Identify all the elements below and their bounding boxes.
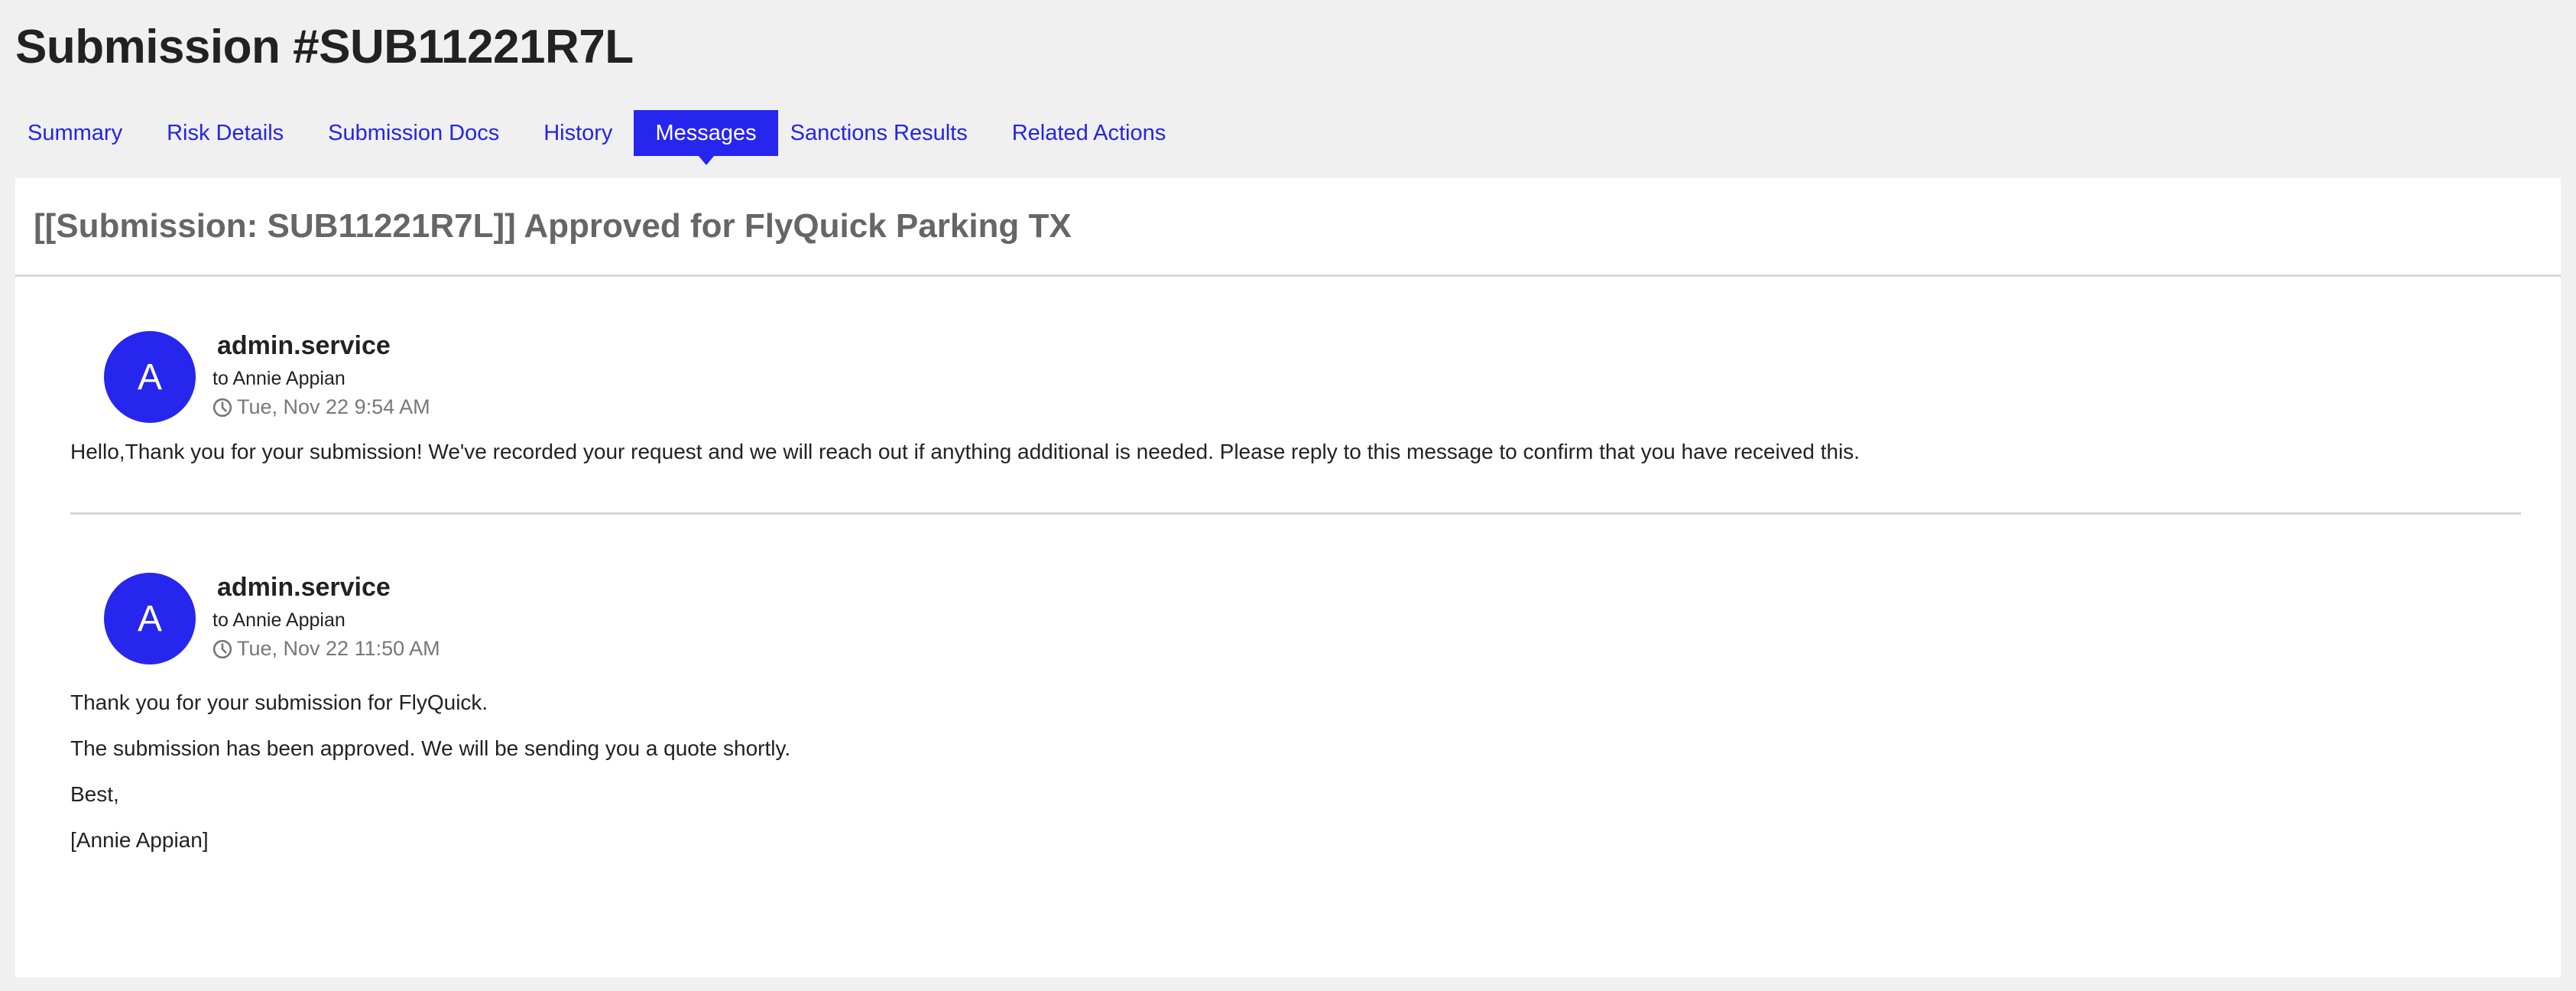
message-timestamp: Tue, Nov 22 11:50 AM bbox=[213, 637, 440, 661]
tab-related-actions[interactable]: Related Actions bbox=[1000, 110, 1188, 156]
message-paragraph: Thank you for your submission for FlyQui… bbox=[70, 690, 488, 714]
avatar: A bbox=[104, 573, 196, 664]
sender-name: admin.service bbox=[217, 573, 391, 602]
message-paragraph: The submission has been approved. We wil… bbox=[70, 736, 791, 760]
message-body: Thank you for your submission for FlyQui… bbox=[70, 687, 2521, 856]
clock-icon bbox=[213, 398, 232, 417]
message-item: A admin.service to Annie Appian Tue, Nov… bbox=[70, 573, 2521, 871]
message-header: A admin.service to Annie Appian Tue, Nov… bbox=[70, 573, 2521, 664]
tab-summary[interactable]: Summary bbox=[15, 110, 144, 156]
tab-risk-details[interactable]: Risk Details bbox=[154, 110, 305, 156]
message-paragraph: [Annie Appian] bbox=[70, 828, 209, 852]
message-paragraph: Best, bbox=[70, 782, 119, 806]
tab-sanctions-results[interactable]: Sanctions Results bbox=[778, 110, 989, 156]
timestamp-text: Tue, Nov 22 9:54 AM bbox=[237, 395, 430, 418]
message-divider bbox=[70, 512, 2521, 515]
message-thread-card: [[Submission: SUB11221R7L]] Approved for… bbox=[15, 178, 2561, 977]
recipient: to Annie Appian bbox=[213, 609, 346, 631]
recipient: to Annie Appian bbox=[213, 368, 346, 389]
message-body: Hello,Thank you for your submission! We'… bbox=[70, 437, 2521, 467]
tab-bar: Summary Risk Details Submission Docs His… bbox=[15, 110, 1198, 165]
avatar: A bbox=[104, 331, 196, 423]
message-item: A admin.service to Annie Appian Tue, Nov… bbox=[70, 331, 2521, 467]
clock-icon bbox=[213, 639, 232, 658]
message-paragraph: Hello,Thank you for your submission! We'… bbox=[70, 440, 1860, 463]
tab-history[interactable]: History bbox=[531, 110, 634, 156]
timestamp-text: Tue, Nov 22 11:50 AM bbox=[237, 637, 440, 660]
thread-subject: [[Submission: SUB11221R7L]] Approved for… bbox=[34, 207, 1072, 245]
thread-header: [[Submission: SUB11221R7L]] Approved for… bbox=[15, 178, 2561, 277]
tab-messages[interactable]: Messages bbox=[634, 110, 778, 165]
message-timestamp: Tue, Nov 22 9:54 AM bbox=[213, 395, 430, 419]
sender-name: admin.service bbox=[217, 331, 391, 360]
message-header: A admin.service to Annie Appian Tue, Nov… bbox=[70, 331, 2521, 423]
tab-submission-docs[interactable]: Submission Docs bbox=[316, 110, 521, 156]
page-title: Submission #SUB11221R7L bbox=[15, 21, 634, 73]
